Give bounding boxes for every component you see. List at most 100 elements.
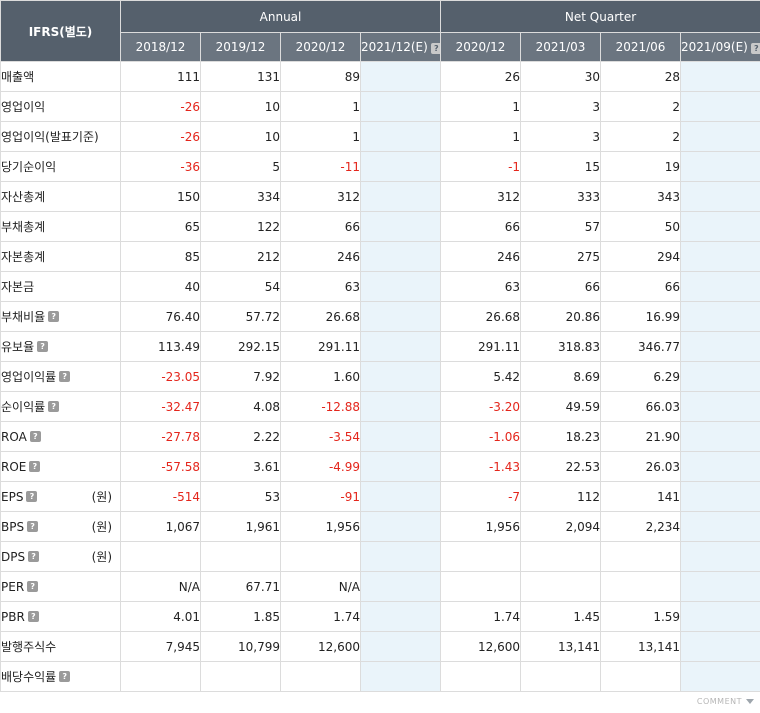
- value-cell: [359, 541, 442, 572]
- value-cell: 57: [520, 211, 602, 242]
- value-cell: [680, 451, 760, 482]
- period-label: 2021/06: [615, 40, 666, 54]
- value-cell: 312: [440, 181, 522, 212]
- value-cell: 66: [600, 271, 682, 302]
- value-cell: 246: [440, 241, 522, 272]
- value-cell: 66: [440, 211, 522, 242]
- value-cell: 26.68: [280, 301, 361, 332]
- value-cell: 5: [200, 151, 281, 182]
- row-label-cell: 영업이익: [0, 91, 121, 122]
- value-cell: 1.74: [280, 601, 361, 632]
- value-cell: 1: [440, 121, 522, 152]
- value-cell: [359, 631, 442, 662]
- value-cell: [359, 121, 442, 152]
- value-cell: [680, 541, 760, 572]
- value-cell: 131: [200, 61, 281, 92]
- row-label-cell: ROE?: [0, 451, 121, 482]
- row-label: 자산총계: [1, 190, 46, 204]
- value-cell: [359, 601, 442, 632]
- help-icon[interactable]: ?: [59, 671, 71, 682]
- value-cell: [359, 571, 442, 602]
- value-cell: [359, 151, 442, 182]
- row-label-cell: 영업이익(발표기준): [0, 121, 121, 152]
- row-label: 매출액: [1, 70, 35, 84]
- table-row: 유보율? 113.49 292.15 291.11 291.11 318.83 346.77: [0, 331, 760, 362]
- comment-toggle[interactable]: COMMENT: [697, 697, 754, 706]
- help-icon[interactable]: ?: [37, 341, 49, 352]
- help-icon[interactable]: ?: [48, 401, 60, 412]
- help-icon[interactable]: ?: [28, 551, 40, 562]
- help-icon[interactable]: ?: [27, 521, 39, 532]
- row-label: 유보율: [1, 340, 35, 354]
- value-cell: 1.74: [440, 601, 522, 632]
- value-cell: [680, 391, 760, 422]
- value-cell: 150: [120, 181, 201, 212]
- value-cell: 16.99: [600, 301, 682, 332]
- table-row: ROA? -27.78 2.22 -3.54 -1.06 18.23 21.90: [0, 421, 760, 452]
- value-cell: [359, 361, 442, 392]
- value-cell: 67.71: [200, 571, 281, 602]
- value-cell: 1: [440, 91, 522, 122]
- value-cell: 1.45: [520, 601, 602, 632]
- table-row: ROE? -57.58 3.61 -4.99 -1.43 22.53 26.03: [0, 451, 760, 482]
- value-cell: 26.03: [600, 451, 682, 482]
- value-cell: 26: [440, 61, 522, 92]
- value-cell: 66.03: [600, 391, 682, 422]
- value-cell: [680, 361, 760, 392]
- period-label: 2021/03: [535, 40, 586, 54]
- help-icon[interactable]: ?: [29, 431, 41, 442]
- value-cell: [520, 661, 602, 692]
- help-icon[interactable]: ?: [27, 581, 39, 592]
- value-cell: 54: [200, 271, 281, 302]
- table-row: PBR? 4.01 1.85 1.74 1.74 1.45 1.59: [0, 601, 760, 632]
- value-cell: -12.88: [280, 391, 361, 422]
- value-cell: [359, 61, 442, 92]
- help-icon[interactable]: ?: [750, 43, 760, 54]
- period-header: 2021/12(E)?: [359, 32, 442, 62]
- value-cell: 85: [120, 241, 201, 272]
- help-icon[interactable]: ?: [430, 43, 440, 54]
- financial-summary-widget: IFRS(별도) Annual Net Quarter 2018/12 2019/…: [0, 0, 760, 713]
- row-label: PBR: [1, 609, 25, 624]
- row-label-cell: 당기순이익: [0, 151, 121, 182]
- value-cell: [680, 181, 760, 212]
- row-label-cell: 부채총계: [0, 211, 121, 242]
- table-row: 자산총계 150 334 312 312 333 343: [0, 181, 760, 212]
- help-icon[interactable]: ?: [29, 461, 41, 472]
- table-row: 자본금 40 54 63 63 66 66: [0, 271, 760, 302]
- value-cell: [280, 661, 361, 692]
- row-label: 부채비율: [1, 310, 46, 324]
- row-label: 영업이익(발표기준): [1, 130, 99, 144]
- value-cell: [359, 91, 442, 122]
- value-cell: -91: [280, 481, 361, 512]
- row-label-cell: ROA?: [0, 421, 121, 452]
- help-icon[interactable]: ?: [27, 611, 39, 622]
- value-cell: -4.99: [280, 451, 361, 482]
- value-cell: 12,600: [280, 631, 361, 662]
- value-cell: [359, 451, 442, 482]
- value-cell: [359, 481, 442, 512]
- row-label: 자본총계: [1, 250, 46, 264]
- value-cell: [120, 541, 201, 572]
- value-cell: 13,141: [520, 631, 602, 662]
- table-row: 발행주식수 7,945 10,799 12,600 12,600 13,141 13,141: [0, 631, 760, 662]
- value-cell: [280, 541, 361, 572]
- value-cell: 2,094: [520, 511, 602, 542]
- value-cell: 40: [120, 271, 201, 302]
- unit-label: (원): [91, 520, 112, 534]
- value-cell: 334: [200, 181, 281, 212]
- row-label-cell: 유보율?: [0, 331, 121, 362]
- row-label: 영업이익: [1, 100, 46, 114]
- value-cell: -514: [120, 481, 201, 512]
- help-icon[interactable]: ?: [26, 491, 38, 502]
- row-label-cell: PER?: [0, 571, 121, 602]
- help-icon[interactable]: ?: [48, 311, 60, 322]
- help-icon[interactable]: ?: [59, 371, 71, 382]
- row-label-cell: 발행주식수: [0, 631, 121, 662]
- period-header: 2020/12: [440, 32, 522, 62]
- value-cell: [359, 271, 442, 302]
- value-cell: 53: [200, 481, 281, 512]
- comment-bar: COMMENT: [0, 693, 760, 713]
- value-cell: [600, 661, 682, 692]
- value-cell: 18.23: [520, 421, 602, 452]
